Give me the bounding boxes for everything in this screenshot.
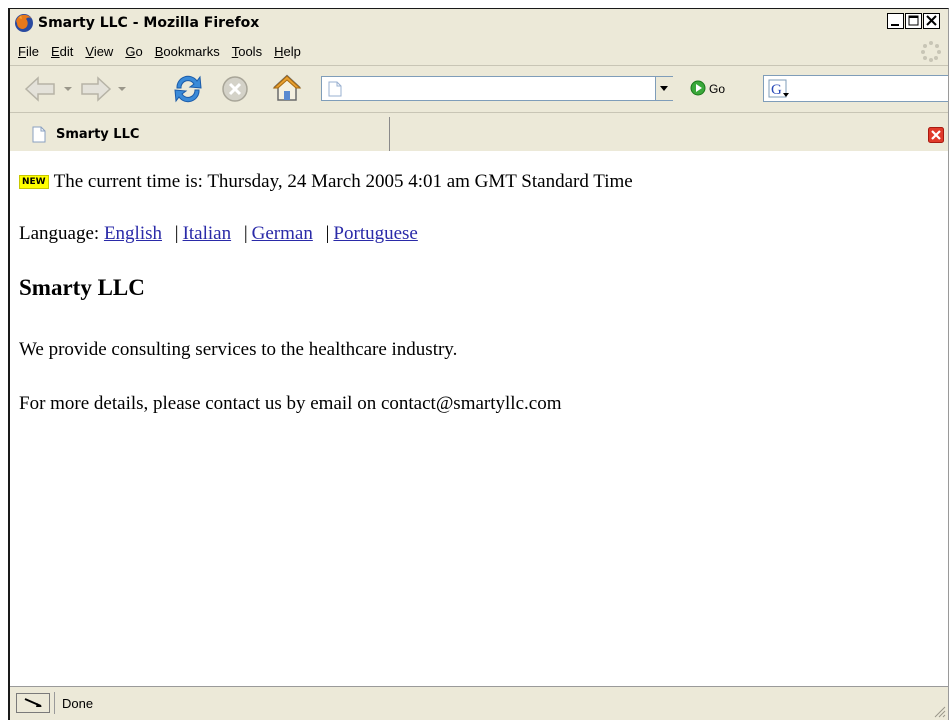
url-input[interactable] [342,78,672,99]
menu-help-rest: elp [283,43,301,59]
url-bar[interactable] [321,76,673,101]
current-time-text: The current time is: Thursday, 24 March … [53,171,633,192]
throbber-icon [921,41,941,62]
menu-help[interactable]: Help [274,44,301,59]
language-link-english[interactable]: English [104,223,162,244]
language-label: Language: [19,223,100,244]
page-icon [328,81,342,96]
menu-file-mnemonic: F [18,43,26,59]
menu-bookmarks[interactable]: Bookmarks [155,44,220,59]
menu-file-rest: ile [25,43,39,59]
window-title: Smarty LLC - Mozilla Firefox [38,15,260,31]
menu-edit-rest: dit [59,43,74,59]
contact-paragraph: For more details, please contact us by e… [19,393,562,414]
back-arrow-icon[interactable] [24,76,58,102]
chevron-down-icon [660,86,668,91]
services-paragraph: We provide consulting services to the he… [19,339,458,360]
forward-dropdown-icon[interactable] [117,85,127,93]
firefox-icon [15,14,33,32]
maximize-button[interactable] [905,13,922,29]
forward-arrow-icon[interactable] [78,76,112,102]
go-button-label[interactable]: Go [709,82,725,96]
language-separator: | [243,223,248,244]
url-dropdown-button[interactable] [655,77,673,100]
language-link-portuguese[interactable]: Portuguese [333,223,417,244]
home-icon[interactable] [270,72,304,104]
language-separator: | [174,223,179,244]
menu-bookmarks-rest: ookmarks [163,43,220,59]
search-box[interactable]: G [763,75,948,102]
page-heading: Smarty LLC [19,275,145,300]
menu-go-rest: o [135,43,143,59]
close-button[interactable] [923,13,940,29]
menu-bar: File Edit View Go Bookmarks Tools Help [10,37,948,66]
resize-grip-icon[interactable] [932,704,946,718]
menu-go-mnemonic: G [125,43,136,59]
menu-tools[interactable]: Tools [232,44,262,59]
browser-window: Smarty LLC - Mozilla Firefox File Edit V… [8,8,949,720]
tab-close-icon[interactable] [928,127,944,143]
language-link-german[interactable]: German [252,223,313,244]
current-time-line: NEW The current time is: Thursday, 24 Ma… [19,171,633,193]
status-divider [54,692,55,714]
status-text: Done [62,696,94,711]
title-bar: Smarty LLC - Mozilla Firefox [10,9,948,37]
menu-edit[interactable]: Edit [51,44,73,59]
minimize-icon [891,24,899,26]
tab-bar: Smarty LLC [10,113,948,152]
menu-go[interactable]: Go [125,44,142,59]
connection-icon [24,698,42,707]
maximize-icon [908,15,919,26]
close-icon [926,15,937,26]
google-icon[interactable]: G [768,79,790,99]
window-controls [886,13,940,29]
language-separator: | [325,223,330,244]
minimize-button[interactable] [887,13,904,29]
menu-view-rest: iew [93,43,114,59]
tab-label: Smarty LLC [56,126,140,142]
language-link-italian[interactable]: Italian [183,223,232,244]
menu-view-mnemonic: V [85,43,94,59]
page-icon [32,126,46,142]
stop-icon[interactable] [220,74,250,104]
navigation-toolbar: Go G [10,66,948,113]
status-indicator [16,693,50,713]
svg-text:G: G [771,82,782,98]
new-badge: NEW [19,175,49,189]
menu-file[interactable]: File [18,44,39,59]
back-dropdown-icon[interactable] [63,85,73,93]
language-line: Language: English | Italian | German | Port… [19,223,418,245]
reload-icon[interactable] [171,72,205,106]
page-content: NEW The current time is: Thursday, 24 Ma… [10,151,948,687]
tab-smarty-llc[interactable]: Smarty LLC [20,117,390,151]
status-bar: Done [10,686,948,720]
menu-edit-mnemonic: E [50,43,60,59]
menu-view[interactable]: View [85,44,113,59]
go-icon[interactable] [690,80,706,96]
menu-tools-rest: ools [238,43,263,59]
